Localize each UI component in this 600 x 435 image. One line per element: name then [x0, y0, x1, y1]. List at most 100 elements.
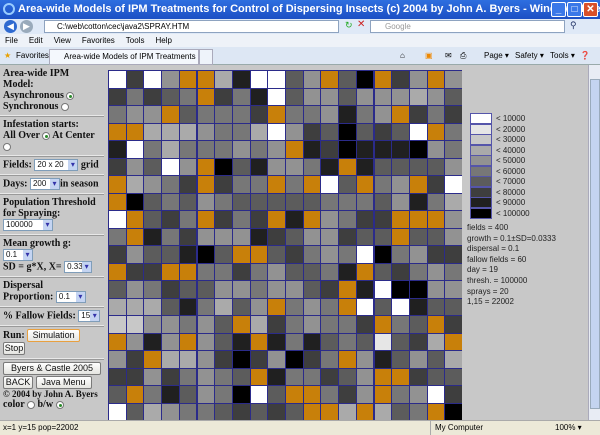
field-cell[interactable] — [285, 87, 304, 106]
field-cell[interactable] — [108, 385, 127, 404]
dispersal-select[interactable]: 0.1 — [55, 291, 86, 303]
field-cell[interactable] — [249, 122, 269, 141]
field-cell[interactable] — [161, 245, 180, 264]
field-cell[interactable] — [391, 87, 410, 106]
fallow-field-cell[interactable] — [355, 175, 375, 194]
field-cell[interactable] — [408, 140, 428, 159]
field-cell[interactable] — [373, 402, 393, 420]
field-cell[interactable] — [231, 227, 251, 246]
field-cell[interactable] — [408, 332, 428, 351]
field-cell[interactable] — [249, 175, 269, 194]
field-cell[interactable] — [125, 280, 145, 299]
field-cell[interactable] — [231, 262, 251, 281]
fallow-field-cell[interactable] — [320, 70, 340, 89]
field-cell[interactable] — [338, 105, 357, 124]
field-cell[interactable] — [408, 70, 428, 89]
field-cell[interactable] — [231, 87, 251, 106]
field-cell[interactable] — [338, 402, 357, 420]
field-cell[interactable] — [267, 227, 286, 246]
field-cell[interactable] — [320, 332, 340, 351]
field-cell[interactable] — [373, 122, 393, 141]
field-cell[interactable] — [143, 385, 163, 404]
field-cell[interactable] — [178, 367, 198, 386]
field-cell[interactable] — [143, 297, 163, 316]
field-cell[interactable] — [302, 315, 322, 334]
search-input[interactable]: Google — [370, 20, 565, 33]
field-cell[interactable] — [108, 402, 127, 420]
field-cell[interactable] — [373, 210, 393, 229]
page-menu[interactable]: Page ▾ — [484, 47, 509, 65]
field-cell[interactable] — [231, 350, 251, 369]
field-cell[interactable] — [355, 105, 375, 124]
field-cell[interactable] — [267, 350, 286, 369]
help-icon[interactable]: ❓ — [580, 47, 590, 65]
field-cell[interactable] — [161, 280, 180, 299]
field-cell[interactable] — [143, 227, 163, 246]
field-cell[interactable] — [178, 315, 198, 334]
fallow-field-cell[interactable] — [108, 262, 127, 281]
field-cell[interactable] — [426, 332, 446, 351]
field-cell[interactable] — [231, 297, 251, 316]
field-cell[interactable] — [444, 227, 462, 246]
field-cell[interactable] — [355, 122, 375, 141]
fallow-field-cell[interactable] — [196, 70, 216, 89]
field-cell[interactable] — [320, 140, 340, 159]
field-cell[interactable] — [178, 227, 198, 246]
field-cell[interactable] — [267, 385, 286, 404]
field-cell[interactable] — [249, 192, 269, 211]
fallow-field-cell[interactable] — [302, 210, 322, 229]
fallow-field-cell[interactable] — [196, 210, 216, 229]
field-cell[interactable] — [391, 385, 410, 404]
field-cell[interactable] — [196, 385, 216, 404]
fallow-field-cell[interactable] — [338, 280, 357, 299]
field-cell[interactable] — [391, 262, 410, 281]
fields-select[interactable]: 20 x 20 — [34, 159, 79, 171]
field-cell[interactable] — [214, 105, 233, 124]
field-cell[interactable] — [338, 140, 357, 159]
field-cell[interactable] — [391, 122, 410, 141]
search-icon[interactable]: ⚲ — [570, 20, 577, 31]
fallow-field-cell[interactable] — [178, 70, 198, 89]
fallow-field-cell[interactable] — [355, 262, 375, 281]
field-cell[interactable] — [161, 140, 180, 159]
fallow-field-cell[interactable] — [373, 315, 393, 334]
fallow-field-cell[interactable] — [338, 297, 357, 316]
field-cell[interactable] — [143, 157, 163, 176]
fallow-field-cell[interactable] — [426, 70, 446, 89]
field-cell[interactable] — [320, 315, 340, 334]
fallow-field-cell[interactable] — [196, 175, 216, 194]
field-cell[interactable] — [408, 245, 428, 264]
field-cell[interactable] — [320, 175, 340, 194]
field-cell[interactable] — [125, 70, 145, 89]
field-cell[interactable] — [267, 402, 286, 420]
field-cell[interactable] — [285, 402, 304, 420]
field-cell[interactable] — [391, 140, 410, 159]
safety-menu[interactable]: Safety ▾ — [515, 47, 544, 65]
field-cell[interactable] — [125, 140, 145, 159]
field-cell[interactable] — [108, 315, 127, 334]
field-cell[interactable] — [196, 140, 216, 159]
field-cell[interactable] — [178, 297, 198, 316]
field-cell[interactable] — [391, 245, 410, 264]
field-cell[interactable] — [196, 297, 216, 316]
field-cell[interactable] — [355, 385, 375, 404]
field-cell[interactable] — [196, 245, 216, 264]
field-cell[interactable] — [143, 245, 163, 264]
field-cell[interactable] — [444, 315, 462, 334]
field-cell[interactable] — [214, 350, 233, 369]
field-cell[interactable] — [408, 105, 428, 124]
fallow-field-cell[interactable] — [426, 402, 446, 420]
field-cell[interactable] — [302, 367, 322, 386]
field-cell[interactable] — [408, 227, 428, 246]
field-cell[interactable] — [231, 175, 251, 194]
field-cell[interactable] — [302, 245, 322, 264]
field-cell[interactable] — [320, 105, 340, 124]
field-cell[interactable] — [355, 140, 375, 159]
field-cell[interactable] — [214, 385, 233, 404]
fallow-field-cell[interactable] — [338, 157, 357, 176]
field-cell[interactable] — [125, 105, 145, 124]
field-cell[interactable] — [178, 192, 198, 211]
field-cell[interactable] — [426, 87, 446, 106]
fallow-field-cell[interactable] — [285, 385, 304, 404]
field-cell[interactable] — [267, 157, 286, 176]
